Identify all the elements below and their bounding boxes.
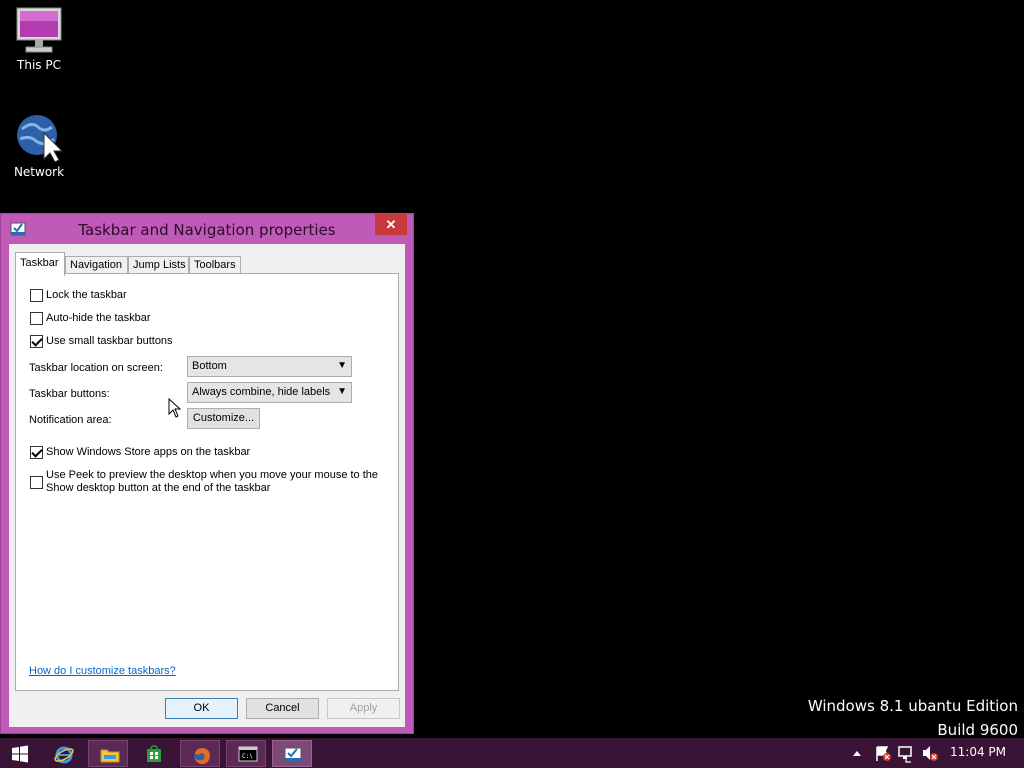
- notification-area-label: Notification area:: [29, 414, 112, 426]
- store-icon: [147, 745, 161, 762]
- svg-text:C:\: C:\: [242, 753, 253, 760]
- chevron-down-icon: ▼: [337, 360, 347, 371]
- taskbar-buttons-value: Always combine, hide labels: [192, 386, 331, 398]
- ok-button[interactable]: OK: [165, 698, 238, 719]
- system-clock[interactable]: 11:04 PM: [950, 745, 1006, 759]
- firefox-icon: [194, 748, 210, 764]
- store-button[interactable]: [134, 740, 174, 767]
- desktop-icon-this-pc[interactable]: This PC: [1, 6, 77, 72]
- help-link[interactable]: How do I customize taskbars?: [29, 665, 176, 677]
- taskbar-properties-dialog: Taskbar and Navigation properties ✕ Task…: [0, 213, 414, 734]
- this-pc-icon: [16, 7, 62, 53]
- taskbar: C:\: [0, 738, 1024, 768]
- command-prompt-icon: C:\: [238, 746, 258, 762]
- volume-button[interactable]: [921, 738, 939, 768]
- store-apps-label: Show Windows Store apps on the taskbar: [46, 446, 251, 458]
- dialog-titlebar[interactable]: Taskbar and Navigation properties ✕: [1, 214, 413, 244]
- close-button[interactable]: ✕: [375, 214, 407, 235]
- lock-taskbar-label: Lock the taskbar: [46, 289, 127, 301]
- volume-muted-icon: [923, 746, 938, 761]
- taskbar-tab-panel: Lock the taskbar Auto-hide the taskbar U…: [15, 273, 399, 691]
- firefox-button[interactable]: [180, 740, 220, 767]
- tab-taskbar[interactable]: Taskbar: [15, 252, 65, 276]
- file-explorer-button[interactable]: [88, 740, 128, 767]
- taskbar-properties-icon: [284, 747, 302, 763]
- small-buttons-option[interactable]: Use small taskbar buttons: [30, 335, 173, 348]
- auto-hide-checkbox[interactable]: [30, 312, 43, 325]
- peek-checkbox[interactable]: [30, 475, 43, 489]
- show-hidden-icons-button[interactable]: [850, 738, 864, 768]
- chevron-up-icon: [853, 751, 861, 756]
- dialog-title: Taskbar and Navigation properties: [78, 221, 336, 239]
- location-label: Taskbar location on screen:: [29, 362, 163, 374]
- this-pc-label: This PC: [17, 58, 61, 72]
- desktop: This PC Network Taskbar and Navigation p…: [0, 0, 1024, 768]
- location-select[interactable]: Bottom ▼: [187, 356, 352, 377]
- desktop-icon-network[interactable]: Network: [1, 113, 77, 179]
- start-icon: [12, 745, 28, 763]
- auto-hide-option[interactable]: Auto-hide the taskbar: [30, 312, 151, 325]
- peek-option[interactable]: Use Peek to preview the desktop when you…: [30, 469, 380, 495]
- customize-button[interactable]: Customize...: [187, 408, 260, 429]
- small-buttons-checkbox[interactable]: [30, 335, 43, 348]
- file-explorer-icon: [100, 749, 120, 763]
- action-center-button[interactable]: [874, 738, 892, 768]
- mouse-cursor-icon: [168, 398, 182, 418]
- network-label: Network: [13, 165, 65, 179]
- start-button[interactable]: [0, 740, 40, 767]
- command-prompt-button[interactable]: C:\: [226, 740, 266, 767]
- taskbar-buttons-select[interactable]: Always combine, hide labels ▼: [187, 382, 352, 403]
- location-value: Bottom: [192, 360, 227, 372]
- network-icon: [17, 115, 64, 163]
- taskbar-properties-button[interactable]: [272, 740, 312, 767]
- chevron-down-icon: ▼: [337, 386, 347, 397]
- action-center-flag-icon: [876, 746, 891, 761]
- store-apps-checkbox[interactable]: [30, 446, 43, 459]
- windows-watermark: Windows 8.1 ubantu Edition Build 9600: [808, 694, 1018, 742]
- internet-explorer-icon: [54, 746, 74, 764]
- auto-hide-label: Auto-hide the taskbar: [46, 312, 151, 324]
- lock-taskbar-option[interactable]: Lock the taskbar: [30, 289, 127, 302]
- cancel-button[interactable]: Cancel: [246, 698, 319, 719]
- store-apps-option[interactable]: Show Windows Store apps on the taskbar: [30, 446, 250, 459]
- lock-taskbar-checkbox[interactable]: [30, 289, 43, 302]
- apply-button[interactable]: Apply: [327, 698, 400, 719]
- watermark-edition: Windows 8.1 ubantu Edition: [807, 697, 1018, 715]
- network-status-icon: [898, 746, 912, 763]
- taskbar-buttons-label: Taskbar buttons:: [29, 388, 110, 400]
- peek-label: Use Peek to preview the desktop when you…: [46, 469, 379, 494]
- internet-explorer-button[interactable]: [43, 740, 83, 767]
- close-icon: ✕: [385, 217, 397, 232]
- dialog-client: Taskbar Navigation Jump Lists Toolbars L…: [9, 244, 405, 727]
- small-buttons-label: Use small taskbar buttons: [46, 335, 173, 347]
- network-status-button[interactable]: [897, 738, 915, 768]
